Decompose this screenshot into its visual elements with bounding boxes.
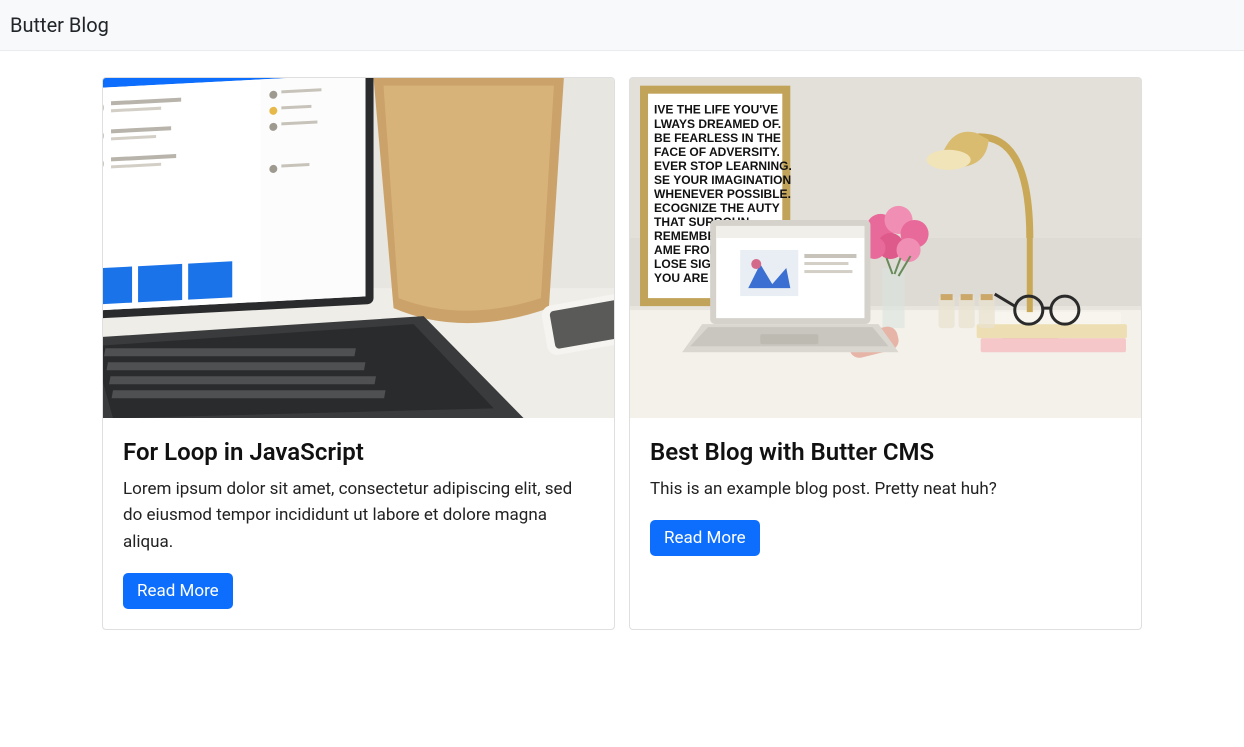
- blog-card-title: For Loop in JavaScript: [123, 438, 594, 466]
- read-more-button[interactable]: Read More: [123, 573, 233, 609]
- read-more-button[interactable]: Read More: [650, 520, 760, 556]
- svg-text:EVER STOP LEARNING.: EVER STOP LEARNING.: [654, 159, 792, 173]
- svg-text:BE FEARLESS IN THE: BE FEARLESS IN THE: [654, 131, 781, 145]
- navbar: Butter Blog: [0, 0, 1244, 51]
- blog-card-image: IVE THE LIFE YOU'VE LWAYS DREAMED OF. BE…: [630, 78, 1141, 418]
- blog-card-summary: Lorem ipsum dolor sit amet, consectetur …: [123, 476, 594, 555]
- blog-card: For Loop in JavaScript Lorem ipsum dolor…: [102, 77, 615, 630]
- svg-text:IVE THE LIFE YOU'VE: IVE THE LIFE YOU'VE: [654, 103, 778, 117]
- blog-card-body: For Loop in JavaScript Lorem ipsum dolor…: [103, 418, 614, 629]
- blog-grid: For Loop in JavaScript Lorem ipsum dolor…: [92, 51, 1152, 650]
- svg-text:WHENEVER POSSIBLE.: WHENEVER POSSIBLE.: [654, 187, 791, 201]
- svg-text:ECOGNIZE THE AUTY: ECOGNIZE THE AUTY: [654, 201, 780, 215]
- svg-text:FACE OF ADVERSITY.: FACE OF ADVERSITY.: [654, 145, 780, 159]
- blog-card-image: [103, 78, 614, 418]
- blog-card-title: Best Blog with Butter CMS: [650, 438, 1121, 466]
- blog-card-body: Best Blog with Butter CMS This is an exa…: [630, 418, 1141, 576]
- blog-card: IVE THE LIFE YOU'VE LWAYS DREAMED OF. BE…: [629, 77, 1142, 630]
- navbar-brand[interactable]: Butter Blog: [10, 13, 109, 37]
- svg-text:SE YOUR IMAGINATION: SE YOUR IMAGINATION: [654, 173, 791, 187]
- blog-card-summary: This is an example blog post. Pretty nea…: [650, 476, 1121, 502]
- svg-text:LWAYS DREAMED OF.: LWAYS DREAMED OF.: [654, 117, 781, 131]
